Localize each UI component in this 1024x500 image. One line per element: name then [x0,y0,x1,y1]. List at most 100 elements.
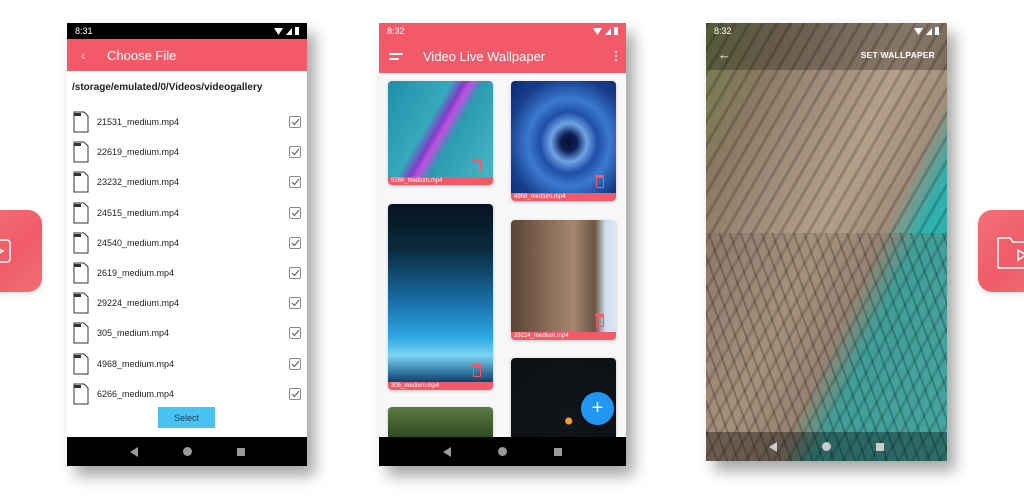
select-button[interactable]: Select [158,407,215,428]
file-list-item[interactable]: 24540_medium.mp4 [73,228,301,258]
file-name: 2619_medium.mp4 [97,268,175,279]
wallpaper-label: 305_medium.mp4 [388,382,493,390]
nav-back-icon[interactable] [129,446,138,457]
signal-icon [286,27,292,35]
battery-icon [614,27,618,35]
page-title: Choose File [107,47,177,63]
file-name: 24515_medium.mp4 [97,207,180,218]
file-list-item[interactable]: 2619_medium.mp4 [73,258,301,288]
file-checkbox[interactable] [289,297,301,310]
arrow-left-icon[interactable]: ← [718,47,731,62]
menu-icon[interactable] [379,52,423,60]
wallpaper-card[interactable]: 29224_medium.mp4 [511,220,616,340]
file-name: 21531_medium.mp4 [97,117,180,128]
file-list-item[interactable]: 4968_medium.mp4 [73,349,301,379]
wallpaper-thumbnail [388,204,493,382]
video-file-icon [73,141,89,163]
video-file-icon [73,171,89,193]
nav-back-icon[interactable] [442,446,451,457]
file-name: 6266_medium.mp4 [97,388,175,399]
video-file-icon [73,232,89,254]
navigation-bar [379,437,626,466]
file-list-item[interactable]: 23232_medium.mp4 [73,167,301,197]
checkmark-icon [291,299,299,307]
file-checkbox[interactable] [289,357,301,370]
video-folder-icon [997,237,1024,269]
app-bar: ‹ Choose File [67,39,307,71]
nav-home-icon[interactable] [821,442,831,451]
phone-wallpaper-preview: 8:32 ← SET WALLPAPER [706,23,947,461]
app-bar: 8:32 Video Live Wallpaper [379,23,626,73]
wifi-icon [914,27,923,35]
file-list-item[interactable]: 21531_medium.mp4 [73,107,301,137]
video-play-icon [0,239,11,263]
file-list-item[interactable]: 22619_medium.mp4 [73,137,301,167]
checkmark-icon [291,390,299,398]
app-bar: ← SET WALLPAPER [706,39,947,70]
signal-icon [605,27,611,35]
set-wallpaper-button[interactable]: SET WALLPAPER [861,50,935,60]
video-file-icon [73,111,89,133]
wallpaper-card[interactable]: 4968_medium.mp4 [511,81,616,201]
checkmark-icon [291,330,299,337]
file-list-item[interactable]: 6266_medium.mp4 [73,379,301,409]
file-checkbox[interactable] [289,206,301,219]
file-checkbox[interactable] [289,327,301,340]
checkmark-icon [291,118,299,126]
nav-recents-icon[interactable] [236,447,245,456]
delete-icon[interactable] [472,364,481,377]
nav-home-icon[interactable] [182,447,192,456]
nav-recents-icon[interactable] [554,447,563,456]
file-checkbox[interactable] [289,236,301,249]
file-name: 24540_medium.mp4 [97,237,180,248]
file-checkbox[interactable] [289,116,301,129]
wallpaper-card[interactable]: 305_medium.mp4 [388,204,493,390]
file-name: 29224_medium.mp4 [97,298,180,309]
more-options-icon[interactable] [606,51,626,61]
file-checkbox[interactable] [289,176,301,189]
file-list: 21531_medium.mp4 22619_medium.mp4 23232_me… [67,107,307,409]
delete-icon[interactable] [472,159,481,172]
file-list-item[interactable]: 305_medium.mp4 [73,318,301,348]
file-checkbox[interactable] [289,146,301,159]
battery-icon [935,27,939,35]
video-file-icon [73,322,89,344]
delete-icon[interactable] [595,175,604,188]
video-file-icon [73,262,89,284]
file-list-item[interactable]: 24515_medium.mp4 [73,198,301,228]
nav-home-icon[interactable] [497,447,507,456]
wallpaper-label: 29224_medium.mp4 [511,332,616,340]
file-list-item[interactable]: 29224_medium.mp4 [73,288,301,318]
checkmark-icon [291,209,299,216]
navigation-bar [67,437,307,466]
wallpaper-label: 6266_medium.mp4 [388,177,493,185]
checkmark-icon [291,239,299,247]
wallpaper-preview-image [706,23,947,461]
video-file-icon [73,383,89,405]
signal-icon [926,27,932,35]
wifi-icon [593,27,602,35]
chevron-left-icon[interactable]: ‹ [67,48,107,63]
delete-icon[interactable] [595,314,604,327]
file-name: 23232_medium.mp4 [97,177,180,188]
file-name: 22619_medium.mp4 [97,147,180,158]
folder-path: /storage/emulated/0/Videos/videogallery [72,82,263,93]
checkmark-icon [291,148,299,156]
nav-back-icon[interactable] [768,441,777,452]
phone-choose-file: 8:31 ‹ Choose File /storage/emulated/0/V… [67,23,307,466]
file-name: 4968_medium.mp4 [97,358,175,369]
wallpaper-label: 4968_medium.mp4 [511,193,616,201]
file-checkbox[interactable] [289,267,301,280]
app-launcher-icon-right [978,210,1024,292]
nav-recents-icon[interactable] [876,442,885,451]
file-checkbox[interactable] [289,387,301,400]
status-time: 8:32 [387,26,405,36]
wallpaper-card[interactable]: 6266_medium.mp4 [388,81,493,185]
app-showcase: 8:31 ‹ Choose File /storage/emulated/0/V… [0,0,1024,500]
file-name: 305_medium.mp4 [97,328,170,339]
navigation-bar [706,432,947,461]
phone-wallpaper-gallery: 8:32 Video Live Wallpaper 6266_medium.mp… [379,23,626,466]
status-time: 8:32 [714,26,732,36]
add-wallpaper-button[interactable]: + [581,392,614,425]
checkmark-icon [291,269,299,277]
